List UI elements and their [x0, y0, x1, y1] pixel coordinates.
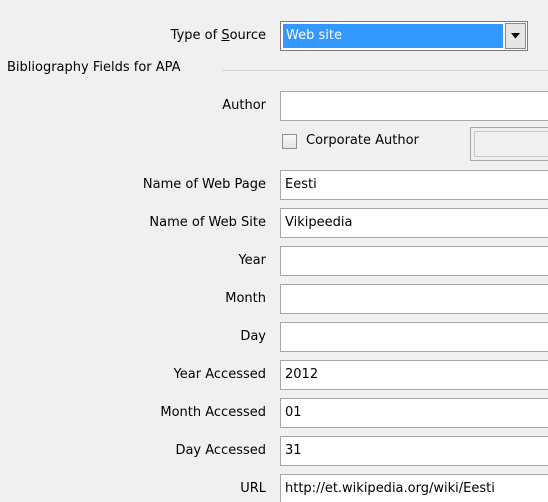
- corporate-author-field-inner: [474, 131, 548, 157]
- type-of-source-label-rest: ource: [229, 28, 266, 43]
- type-of-source-label-accel: S: [221, 28, 230, 43]
- year-field[interactable]: [280, 246, 548, 276]
- year-label: Year: [238, 253, 266, 268]
- day-label: Day: [240, 329, 266, 344]
- name-of-web-page-field[interactable]: Eesti: [280, 170, 548, 200]
- corporate-author-field[interactable]: [470, 127, 548, 161]
- type-of-source-select[interactable]: Web site: [280, 21, 528, 51]
- section-title: Bibliography Fields for APA: [7, 60, 181, 75]
- type-of-source-label-prefix: Type of: [170, 28, 222, 43]
- year-accessed-label: Year Accessed: [173, 367, 266, 382]
- url-field[interactable]: http://et.wikipedia.org/wiki/Eesti: [280, 474, 548, 502]
- corporate-author-checkbox[interactable]: [282, 134, 297, 149]
- name-of-web-site-label: Name of Web Site: [149, 215, 266, 230]
- day-field[interactable]: [280, 322, 548, 352]
- corporate-author-label: Corporate Author: [306, 133, 419, 148]
- month-accessed-label: Month Accessed: [160, 405, 266, 420]
- section-divider: [222, 70, 548, 71]
- url-label: URL: [240, 481, 266, 496]
- day-accessed-field[interactable]: 31: [280, 436, 548, 466]
- month-field[interactable]: [280, 284, 548, 314]
- type-of-source-value: Web site: [283, 24, 503, 48]
- month-label: Month: [225, 291, 266, 306]
- dropdown-button[interactable]: [505, 23, 526, 49]
- author-field[interactable]: [280, 91, 548, 121]
- name-of-web-site-field[interactable]: Vikipeedia: [280, 208, 548, 238]
- year-accessed-field[interactable]: 2012: [280, 360, 548, 390]
- type-of-source-label: Type of Source: [171, 28, 266, 43]
- chevron-down-icon: [511, 33, 520, 39]
- name-of-web-page-label: Name of Web Page: [142, 177, 266, 192]
- month-accessed-field[interactable]: 01: [280, 398, 548, 428]
- day-accessed-label: Day Accessed: [175, 443, 266, 458]
- author-label: Author: [222, 98, 266, 113]
